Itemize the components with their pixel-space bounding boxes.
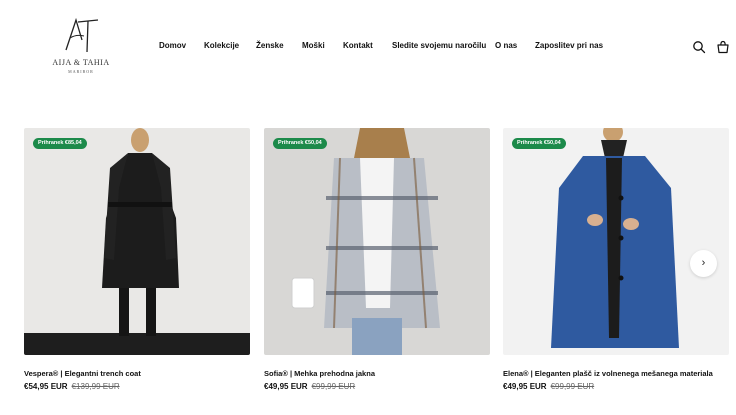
woman-blue-wool-coat-image: [551, 128, 679, 348]
discount-badge: Prihranek €50,04: [273, 138, 327, 149]
product-title[interactable]: Vespera® | Elegantni trench coat: [24, 369, 141, 378]
nav-item-kontakt[interactable]: Kontakt: [343, 41, 373, 50]
discount-badge: Prihranek €85,04: [33, 138, 87, 149]
product-image[interactable]: Prihranek €85,04: [24, 128, 250, 355]
brand-name: AIJA & TAHIA: [52, 58, 110, 67]
woman-plaid-hooded-jacket-image: [291, 128, 440, 355]
carousel-next-button[interactable]: ›: [690, 250, 717, 277]
sale-price: €54,95 EUR: [24, 382, 68, 391]
nav-item-track-order[interactable]: Sledite svojemu naročilu: [392, 41, 486, 50]
nav-item-zenske[interactable]: Ženske: [256, 41, 284, 50]
original-price: €139,99 EUR: [71, 382, 120, 391]
discount-badge: Prihranek €50,04: [512, 138, 566, 149]
product-image[interactable]: Prihranek €50,04: [264, 128, 490, 355]
product-prices: €54,95 EUR €139,99 EUR: [24, 382, 120, 391]
nav-item-o-nas[interactable]: O nas: [495, 41, 517, 50]
original-price: €99,99 EUR: [311, 382, 356, 391]
cart-icon[interactable]: [716, 40, 730, 54]
woman-black-trench-coat-image: [24, 128, 250, 355]
nav-item-kolekcije[interactable]: Kolekcije: [204, 41, 239, 50]
sale-price: €49,95 EUR: [503, 382, 547, 391]
product-prices: €49,95 EUR €99,99 EUR: [264, 382, 355, 391]
product-prices: €49,95 EUR €99,99 EUR: [503, 382, 594, 391]
nav-item-careers[interactable]: Zaposlitev pri nas: [535, 41, 603, 50]
site-header: AIJA & TAHIA MARIBOR Domov Kolekcije Žen…: [0, 0, 736, 95]
brand-logo[interactable]: AIJA & TAHIA MARIBOR: [50, 14, 110, 74]
monogram-logo-icon: [65, 17, 99, 53]
search-icon[interactable]: [692, 40, 706, 54]
product-image[interactable]: Prihranek €50,04: [503, 128, 729, 355]
nav-item-moski[interactable]: Moški: [302, 41, 325, 50]
sale-price: €49,95 EUR: [264, 382, 308, 391]
product-title[interactable]: Elena® | Eleganten plašč iz volnenega me…: [503, 369, 713, 378]
brand-city: MARIBOR: [68, 69, 94, 74]
original-price: €99,99 EUR: [550, 382, 595, 391]
nav-item-domov[interactable]: Domov: [159, 41, 186, 50]
chevron-right-icon: ›: [701, 257, 706, 269]
product-title[interactable]: Sofia® | Mehka prehodna jakna: [264, 369, 375, 378]
